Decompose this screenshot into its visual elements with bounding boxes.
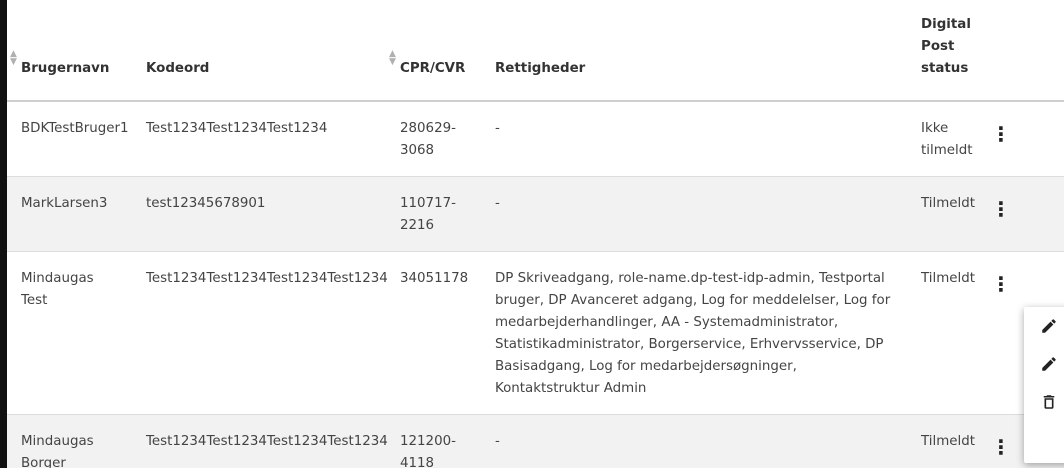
cell-cpr: 34051178: [386, 251, 481, 415]
more-options-icon[interactable]: ⋮: [991, 197, 1011, 221]
cell-actions: ⋮: [987, 176, 1064, 252]
cell-rights: DP Skriveadgang, role-name.dp-test-idp-a…: [481, 251, 907, 415]
cell-status: Ikke tilmeldt: [907, 101, 987, 177]
more-options-icon[interactable]: ⋮: [991, 435, 1011, 459]
cell-username: Mindaugas Test: [7, 251, 132, 415]
header-label: Brugernavn: [21, 61, 110, 76]
users-table: ▲ ▼ Brugernavn Kodeord ▲ ▼ CPR/CVR Rettigh…: [7, 0, 1064, 468]
delete-menu-item[interactable]: [1024, 383, 1064, 421]
header-rights: Rettigheder: [481, 0, 907, 102]
cell-cpr: 280629-3068: [386, 101, 481, 177]
table-row: Mindaugas Test Test1234Test1234Test1234T…: [7, 251, 1064, 415]
header-label: Digital Post status: [921, 17, 971, 76]
header-password: Kodeord: [132, 0, 386, 102]
sort-icon[interactable]: ▲ ▼: [10, 50, 17, 67]
cell-status: Tilmeldt: [907, 414, 987, 468]
cell-cpr: 121200-4118: [386, 414, 481, 468]
cell-status: Tilmeldt: [907, 176, 987, 252]
more-options-icon[interactable]: ⋮: [991, 272, 1011, 296]
table-row: BDKTestBruger1 Test1234Test1234Test1234 …: [7, 101, 1064, 177]
cell-password: Test1234Test1234Test1234Test1234: [132, 251, 388, 415]
header-label: Kodeord: [146, 61, 210, 76]
cell-password: test12345678901: [132, 176, 386, 252]
users-table-panel: ▲ ▼ Brugernavn Kodeord ▲ ▼ CPR/CVR Rettigh…: [7, 0, 1064, 468]
cell-password: Test1234Test1234Test1234: [132, 101, 386, 177]
header-actions: [987, 0, 1064, 102]
cell-cpr: 110717-2216: [386, 176, 481, 252]
trash-icon: [1043, 395, 1055, 409]
row-actions-menu: [1024, 307, 1064, 463]
cell-password: Test1234Test1234Test1234Test1234: [132, 414, 388, 468]
table-header-row: ▲ ▼ Brugernavn Kodeord ▲ ▼ CPR/CVR Rettigh…: [7, 0, 1064, 102]
cell-status: Tilmeldt: [907, 251, 987, 415]
header-label: CPR/CVR: [400, 61, 466, 76]
table-row: Mindaugas Borger Test1234Test1234Test123…: [7, 414, 1064, 468]
more-options-icon[interactable]: ⋮: [991, 122, 1011, 146]
header-status: Digital Post status: [907, 0, 987, 102]
edit-menu-item[interactable]: [1024, 345, 1064, 383]
pencil-icon: [1042, 357, 1056, 371]
pencil-icon: [1042, 319, 1056, 333]
sort-icon[interactable]: ▲ ▼: [389, 50, 396, 67]
cell-rights: -: [481, 176, 907, 252]
cell-username: Mindaugas Borger: [7, 414, 132, 468]
table-row: MarkLarsen3 test12345678901 110717-2216 …: [7, 176, 1064, 252]
edit-menu-item[interactable]: [1024, 307, 1064, 345]
cell-rights: -: [481, 101, 907, 177]
cell-username: BDKTestBruger1: [7, 101, 132, 177]
header-cpr[interactable]: ▲ ▼ CPR/CVR: [386, 0, 481, 102]
header-label: Rettigheder: [495, 61, 586, 76]
cell-rights: -: [481, 414, 907, 468]
cell-actions: ⋮: [987, 101, 1064, 177]
header-username[interactable]: ▲ ▼ Brugernavn: [7, 0, 132, 102]
cell-username: MarkLarsen3: [7, 176, 132, 252]
